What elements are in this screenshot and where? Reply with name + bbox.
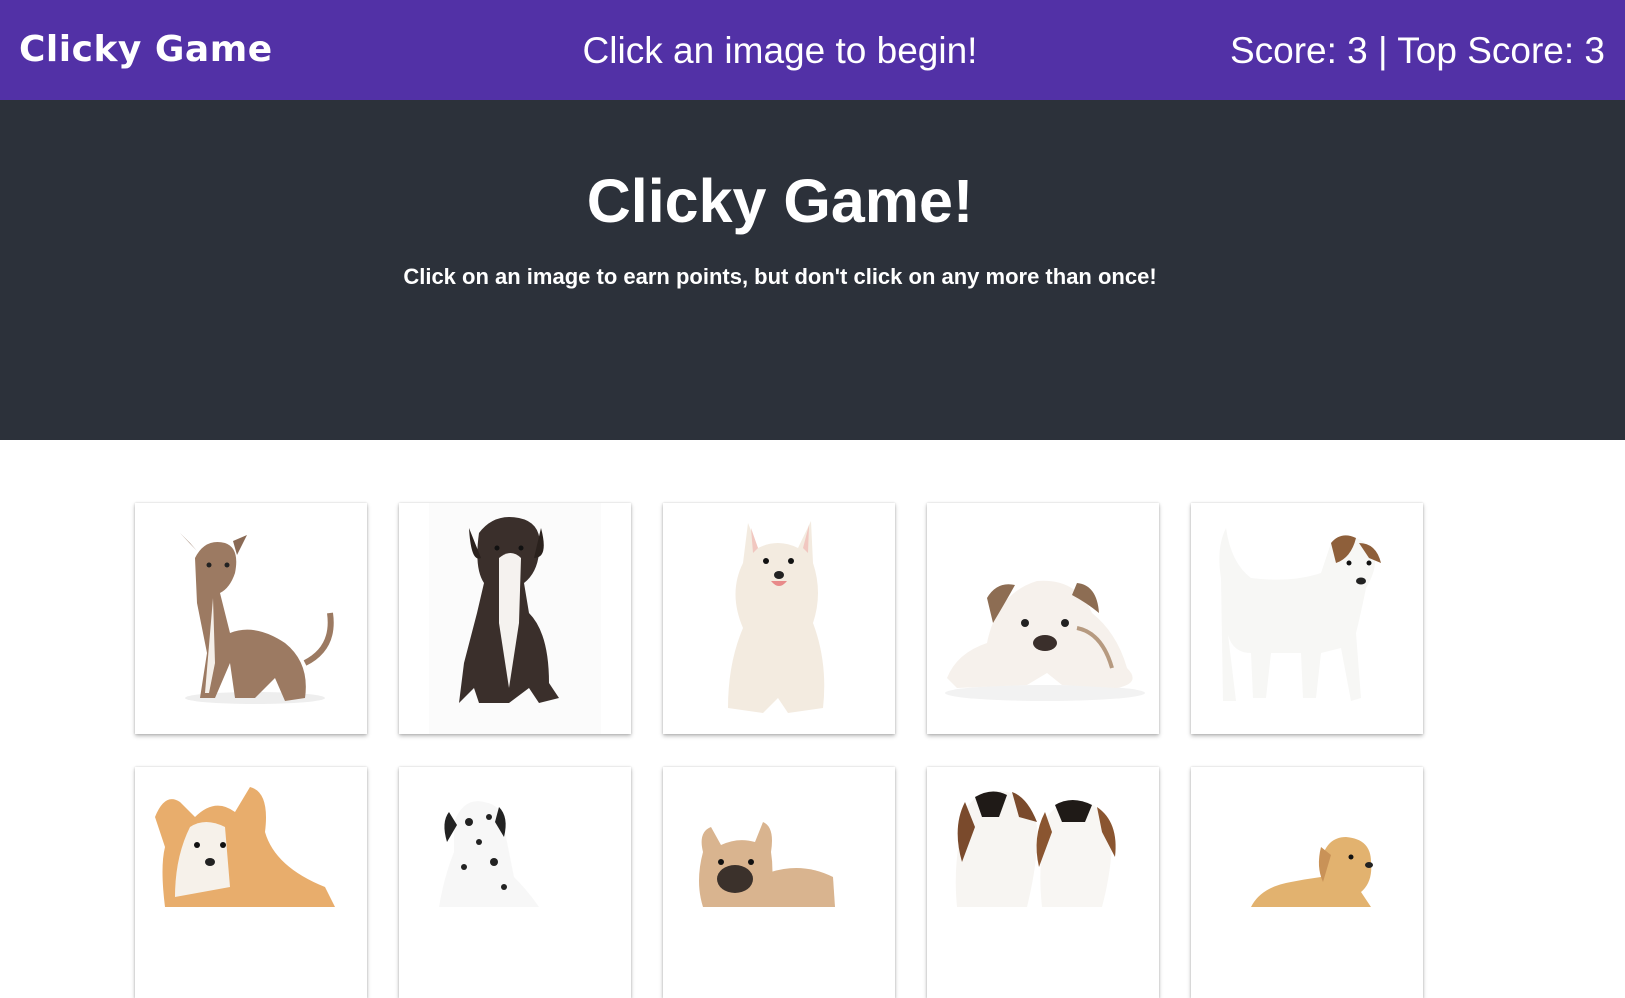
card-8[interactable]	[663, 767, 895, 998]
card-5[interactable]	[1191, 503, 1423, 734]
card-3[interactable]	[663, 503, 895, 734]
brindle-pitbull-puppy-image	[180, 533, 334, 704]
card-10[interactable]	[1191, 767, 1423, 998]
card-2[interactable]	[399, 503, 631, 734]
instructions-text: Click on an image to earn points, but do…	[403, 264, 1157, 289]
card-9[interactable]	[927, 767, 1159, 998]
score-display: Score: 3 | Top Score: 3	[1229, 30, 1605, 71]
page-title: Clicky Game!	[586, 167, 974, 235]
jumbotron: Clicky Game! Click on an image to earn p…	[0, 100, 1625, 440]
beagle-puppies-image	[955, 791, 1116, 907]
card-7[interactable]	[399, 767, 631, 998]
jack-russell-puppy-image	[1219, 528, 1381, 701]
card-1[interactable]	[135, 503, 367, 734]
card-6[interactable]	[135, 767, 367, 998]
french-bulldog-puppy-image	[699, 822, 835, 907]
boxer-puppy-image	[429, 503, 601, 734]
golden-retriever-puppy-image	[1251, 837, 1373, 907]
corgi-puppy-image	[155, 787, 335, 907]
white-spitz-puppy-image	[728, 521, 825, 713]
navbar: Clicky Game Click an image to begin! Sco…	[0, 0, 1625, 100]
dalmatian-puppy-image	[439, 801, 539, 907]
bulldog-puppy-image	[945, 580, 1145, 701]
card-4[interactable]	[927, 503, 1159, 734]
